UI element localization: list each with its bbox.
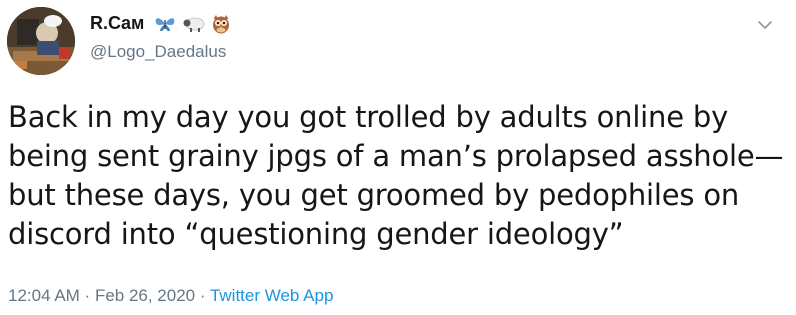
author-handle[interactable]: @Logo_Daedalus bbox=[90, 42, 226, 62]
tweet-text-line: being sent grainy jpgs of a man’s prolap… bbox=[8, 139, 784, 173]
avatar[interactable] bbox=[7, 7, 75, 75]
butterfly-icon bbox=[154, 15, 176, 33]
tweet-meta: 12:04 AM · Feb 26, 2020 · Twitter Web Ap… bbox=[8, 286, 333, 306]
tweet-date[interactable]: Feb 26, 2020 bbox=[95, 286, 195, 305]
tweet-text: Back in my day you got trolled by adults… bbox=[8, 98, 788, 254]
owl-icon bbox=[212, 14, 230, 34]
chevron-down-icon[interactable] bbox=[756, 16, 774, 34]
author-name-row: R.Cам bbox=[90, 13, 230, 34]
sheep-icon bbox=[182, 15, 206, 33]
tweet-time[interactable]: 12:04 AM bbox=[8, 286, 80, 305]
tweet-text-line: but these days, you get groomed by pedop… bbox=[8, 178, 740, 212]
tweet-text-line: discord into “questioning gender ideolog… bbox=[8, 217, 624, 251]
tweet-text-line: Back in my day you got trolled by adults… bbox=[8, 100, 729, 134]
tweet-source-link[interactable]: Twitter Web App bbox=[210, 286, 333, 305]
meta-separator: · bbox=[79, 286, 95, 305]
meta-separator: · bbox=[195, 286, 210, 305]
tweet-card: R.Cам @Logo_Daedalus Back in my day you … bbox=[0, 0, 796, 315]
avatar-image bbox=[7, 7, 75, 75]
display-name[interactable]: R.Cам bbox=[90, 13, 144, 34]
